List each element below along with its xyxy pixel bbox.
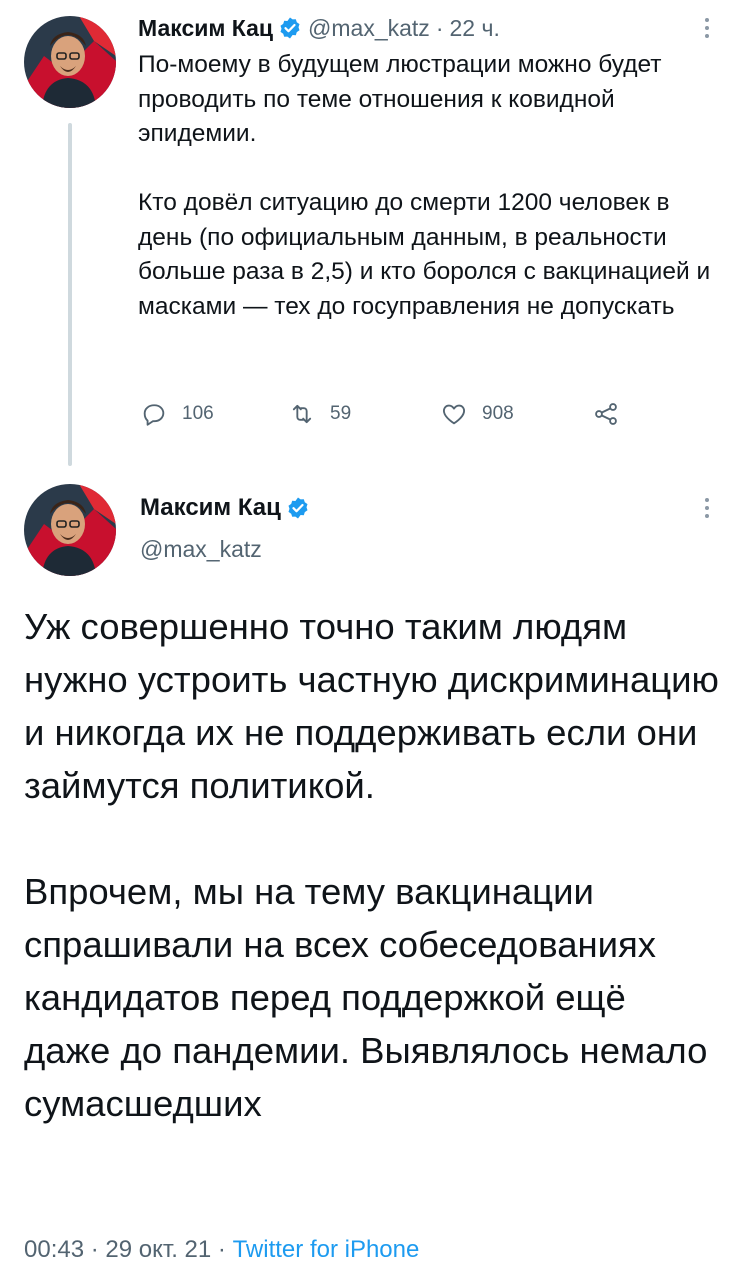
retweet-button[interactable]: 59 — [288, 400, 440, 428]
author-name[interactable]: Максим Кац — [138, 15, 273, 42]
verified-badge-icon — [278, 16, 302, 40]
heart-icon — [440, 400, 468, 428]
comment-icon — [140, 400, 168, 428]
tweet-text: По-моему в будущем люстрации можно будет… — [138, 51, 711, 320]
avatar[interactable] — [24, 16, 116, 108]
parent-tweet[interactable]: Максим Кац @max_katz · 22 ч. По-моему в … — [138, 10, 718, 324]
tweet-actions: 106 59 908 — [140, 400, 620, 428]
like-count: 908 — [482, 403, 514, 424]
thread-line — [68, 123, 72, 466]
tweet-meta: 00:43 · 29 окт. 21 · Twitter for iPhone — [24, 1236, 419, 1264]
author-handle[interactable]: @max_katz — [308, 15, 430, 42]
tweet-date[interactable]: 29 окт. 21 — [105, 1236, 211, 1263]
more-options-icon[interactable] — [704, 16, 710, 40]
share-button[interactable] — [592, 400, 620, 428]
separator: · — [217, 1236, 226, 1263]
tweet-source-link[interactable]: Twitter for iPhone — [233, 1236, 420, 1263]
verified-badge-icon — [286, 496, 310, 520]
tweet-time[interactable]: 00:43 — [24, 1236, 84, 1263]
separator: · — [90, 1236, 99, 1263]
author-handle[interactable]: @max_katz — [140, 536, 316, 563]
tweet-header: Максим Кац @max_katz · 22 ч. — [138, 10, 718, 46]
reply-count: 106 — [182, 403, 214, 424]
separator: · — [435, 14, 444, 41]
avatar[interactable] — [24, 484, 116, 576]
more-options-icon[interactable] — [704, 496, 710, 520]
author-name[interactable]: Максим Кац — [140, 494, 281, 522]
reply-button[interactable]: 106 — [140, 400, 288, 428]
retweet-count: 59 — [330, 403, 352, 424]
share-icon — [592, 400, 620, 428]
like-button[interactable]: 908 — [440, 400, 592, 428]
retweet-icon — [288, 400, 316, 428]
main-tweet-text: Уж совершенно точно таким людям нужно ус… — [24, 606, 719, 1124]
main-tweet-author: Максим Кац @max_katz — [140, 490, 316, 563]
tweet-time[interactable]: 22 ч. — [449, 15, 499, 42]
